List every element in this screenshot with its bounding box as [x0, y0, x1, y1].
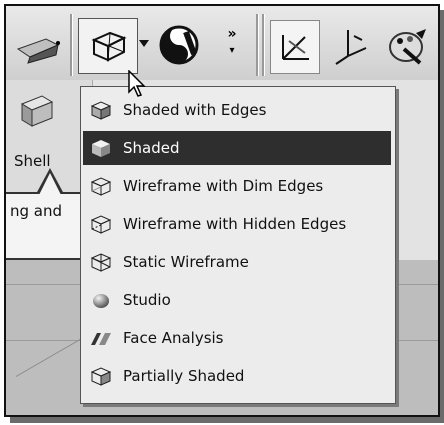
menu-item-label: Wireframe with Hidden Edges	[123, 215, 347, 233]
menu-item-wireframe-dim-edges[interactable]: Wireframe with Dim Edges	[83, 169, 391, 203]
menu-item-label: Face Analysis	[123, 329, 224, 347]
static-wireframe-icon	[83, 245, 119, 279]
menu-item-face-analysis[interactable]: Face Analysis	[83, 321, 391, 355]
wireframe-hidden-edges-icon	[83, 207, 119, 241]
toolbar: » ▾	[6, 6, 438, 81]
menu-item-label: Wireframe with Dim Edges	[123, 177, 324, 195]
yin-yang-icon[interactable]	[154, 22, 204, 68]
studio-sphere-icon	[83, 283, 119, 317]
wireframe-dim-edges-icon	[83, 169, 119, 203]
display-style-menu: Shaded with Edges Shaded Wireframe with …	[80, 86, 396, 404]
menu-item-static-wireframe[interactable]: Static Wireframe	[83, 245, 391, 279]
menu-item-label: Shaded with Edges	[123, 101, 267, 119]
menu-item-shaded[interactable]: Shaded	[83, 131, 391, 165]
shaded-with-edges-icon	[83, 93, 119, 127]
dropdown-arrow-icon[interactable]	[138, 34, 150, 54]
menu-item-label: Static Wireframe	[123, 253, 249, 271]
shell-icon[interactable]	[16, 90, 56, 134]
menu-item-wireframe-hidden-edges[interactable]: Wireframe with Hidden Edges	[83, 207, 391, 241]
appearance-icon[interactable]	[380, 20, 432, 72]
overflow-chevron-icon[interactable]: » ▾	[220, 16, 244, 72]
mouse-cursor-icon	[128, 69, 148, 102]
menu-item-label: Shaded	[123, 139, 180, 157]
menu-item-partially-shaded[interactable]: Partially Shaded	[83, 359, 391, 393]
menu-item-label: Partially Shaded	[123, 367, 245, 385]
shaded-icon	[83, 131, 119, 165]
display-style-button[interactable]	[78, 18, 138, 74]
partially-shaded-icon	[83, 359, 119, 393]
screenshot-frame: » ▾ Shell ng and Shaded with Edges Shade…	[4, 4, 440, 417]
shade-cube-icon[interactable]	[14, 30, 62, 70]
menu-item-studio[interactable]: Studio	[83, 283, 391, 317]
tooltip-text: ng and	[10, 202, 63, 220]
view-axes-icon[interactable]	[270, 20, 320, 74]
menu-item-label: Studio	[123, 291, 171, 309]
display-style-cube-icon	[91, 31, 127, 62]
coordinate-icon[interactable]	[326, 20, 374, 72]
face-analysis-icon	[83, 321, 119, 355]
